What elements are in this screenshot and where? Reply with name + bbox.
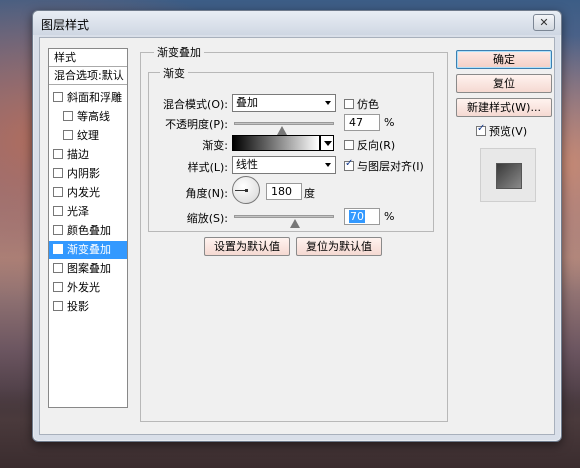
layer-style-dialog: 图层样式 ✕ 样式 混合选项:默认 斜面和浮雕等高线纹理描边内阴影内发光光泽颜色… <box>32 10 562 442</box>
angle-label: 角度(N): <box>185 187 228 200</box>
make-default-button[interactable]: 设置为默认值 <box>204 237 290 256</box>
style-item-label: 投影 <box>67 300 89 313</box>
styles-list: 样式 混合选项:默认 斜面和浮雕等高线纹理描边内阴影内发光光泽颜色叠加渐变叠加图… <box>48 48 128 408</box>
reverse-checkbox[interactable]: 反向(R) <box>344 137 395 153</box>
chevron-down-icon <box>325 101 331 105</box>
checkbox-icon[interactable] <box>53 187 63 197</box>
preview-checkbox[interactable]: 预览(V) <box>476 123 527 139</box>
preview-label: 预览(V) <box>489 125 528 138</box>
scale-slider[interactable] <box>234 215 334 228</box>
reverse-label: 反向(R) <box>357 139 396 152</box>
style-value: 线性 <box>236 158 258 171</box>
angle-input[interactable]: 180 <box>266 183 302 200</box>
blend-mode-label: 混合模式(O): <box>163 98 228 111</box>
style-item-label: 斜面和浮雕 <box>67 91 122 104</box>
style-item-label: 内阴影 <box>67 167 100 180</box>
gradient-label: 渐变: <box>202 139 228 152</box>
opacity-unit: % <box>384 116 395 129</box>
checkbox-icon[interactable] <box>53 241 63 259</box>
section-title: 渐变叠加 <box>154 44 204 60</box>
opacity-input[interactable]: 47 <box>344 114 380 131</box>
style-item-label: 光泽 <box>67 205 89 218</box>
checkbox-icon[interactable] <box>53 282 63 292</box>
align-label: 与图层对齐(I) <box>357 160 424 173</box>
style-item-label: 内发光 <box>67 186 100 199</box>
align-with-layer-checkbox[interactable]: 与图层对齐(I) <box>344 158 424 174</box>
gradient-dropdown-button[interactable] <box>320 135 334 151</box>
window-title: 图层样式 <box>41 18 90 32</box>
checkbox-icon[interactable] <box>53 206 63 216</box>
style-item[interactable]: 描边 <box>49 146 127 164</box>
style-item[interactable]: 外发光 <box>49 279 127 297</box>
style-item[interactable]: 光泽 <box>49 203 127 221</box>
style-item[interactable]: 渐变叠加 <box>49 241 127 259</box>
gradient-picker[interactable] <box>232 135 320 151</box>
style-item[interactable]: 内阴影 <box>49 165 127 183</box>
close-button[interactable]: ✕ <box>533 14 555 31</box>
style-item[interactable]: 纹理 <box>49 127 127 145</box>
style-item-label: 纹理 <box>77 129 99 142</box>
style-item-label: 描边 <box>67 148 89 161</box>
checkbox-icon[interactable] <box>53 263 63 273</box>
style-label: 样式(L): <box>187 161 228 174</box>
opacity-label: 不透明度(P): <box>165 118 228 131</box>
style-item-label: 等高线 <box>77 110 110 123</box>
reset-button[interactable]: 复位 <box>456 74 552 93</box>
blend-mode-select[interactable]: 叠加 <box>232 94 336 112</box>
style-item-label: 外发光 <box>67 281 100 294</box>
style-preview <box>480 148 536 202</box>
checkbox-icon <box>344 158 354 171</box>
blend-mode-value: 叠加 <box>236 96 258 109</box>
checkbox-icon <box>344 140 354 150</box>
checkbox-icon[interactable] <box>53 301 63 311</box>
checkbox-icon[interactable] <box>53 168 63 178</box>
preview-swatch <box>496 163 522 189</box>
slider-thumb-icon[interactable] <box>277 126 287 135</box>
style-item-label: 图案叠加 <box>67 262 111 275</box>
checkbox-icon[interactable] <box>63 111 73 121</box>
checkbox-icon[interactable] <box>53 149 63 159</box>
styles-header[interactable]: 样式 <box>49 49 127 67</box>
dialog-content: 样式 混合选项:默认 斜面和浮雕等高线纹理描边内阴影内发光光泽颜色叠加渐变叠加图… <box>39 37 555 435</box>
style-item[interactable]: 投影 <box>49 298 127 316</box>
checkbox-icon[interactable] <box>53 92 63 102</box>
checkbox-icon[interactable] <box>53 225 63 235</box>
dither-checkbox[interactable]: 仿色 <box>344 96 379 112</box>
ok-button[interactable]: 确定 <box>456 50 552 69</box>
style-item[interactable]: 斜面和浮雕 <box>49 89 127 107</box>
title-bar[interactable]: 图层样式 ✕ <box>33 11 561 35</box>
chevron-down-icon <box>325 163 331 167</box>
dial-center <box>245 189 248 192</box>
style-item[interactable]: 内发光 <box>49 184 127 202</box>
style-item[interactable]: 等高线 <box>49 108 127 126</box>
angle-dial[interactable] <box>232 176 260 204</box>
group-title: 渐变 <box>160 65 188 81</box>
new-style-button[interactable]: 新建样式(W)... <box>456 98 552 117</box>
style-item[interactable]: 图案叠加 <box>49 260 127 278</box>
reset-to-default-button[interactable]: 复位为默认值 <box>296 237 382 256</box>
checkbox-icon[interactable] <box>63 130 73 140</box>
slider-thumb-icon[interactable] <box>290 219 300 228</box>
style-select[interactable]: 线性 <box>232 156 336 174</box>
dither-label: 仿色 <box>357 98 379 111</box>
scale-unit: % <box>384 210 395 223</box>
angle-unit: 度 <box>304 187 315 200</box>
checkbox-icon <box>476 123 486 136</box>
style-item-label: 渐变叠加 <box>67 243 111 256</box>
blending-options-item[interactable]: 混合选项:默认 <box>49 67 127 85</box>
opacity-slider[interactable] <box>234 122 334 135</box>
scale-input[interactable]: 70 <box>344 208 380 225</box>
style-item-label: 颜色叠加 <box>67 224 111 237</box>
scale-value: 70 <box>349 210 365 223</box>
scale-label: 缩放(S): <box>186 212 228 225</box>
checkbox-icon <box>344 99 354 109</box>
style-item[interactable]: 颜色叠加 <box>49 222 127 240</box>
